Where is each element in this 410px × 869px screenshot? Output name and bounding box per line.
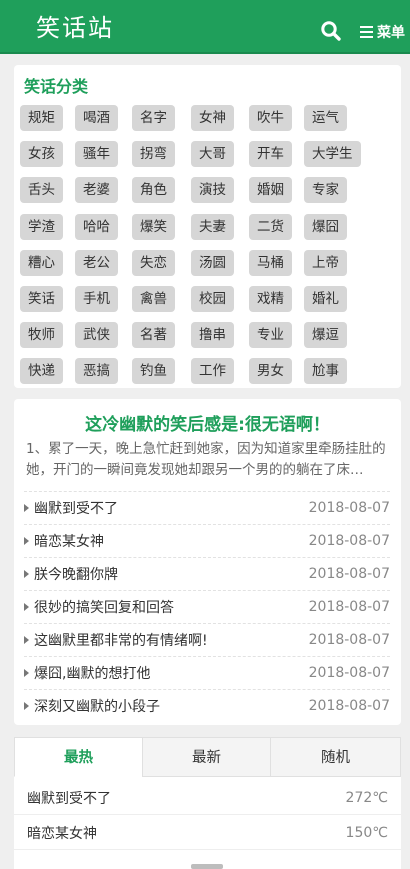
list-item[interactable]: 这幽默里都非常的有情绪啊! 2018-08-07 — [24, 623, 390, 656]
category-tag[interactable]: 失恋 — [132, 249, 175, 276]
category-tag[interactable]: 学渣 — [20, 213, 63, 240]
list-item-title[interactable]: 很妙的搞笑回复和回答 — [34, 597, 309, 617]
search-button[interactable] — [320, 20, 342, 42]
category-tag[interactable]: 钓鱼 — [132, 358, 175, 385]
ranking-row[interactable]: 暗恋某女神 150℃ — [14, 816, 401, 850]
category-tag[interactable]: 快递 — [20, 358, 63, 385]
menu-button[interactable]: 菜单 — [360, 22, 405, 42]
ranking-heat: 150℃ — [345, 824, 388, 841]
caret-right-icon — [24, 570, 29, 578]
category-tag[interactable]: 舌头 — [20, 177, 63, 204]
ranking-heat: 272℃ — [345, 789, 388, 806]
list-item-date: 2018-08-07 — [308, 533, 390, 549]
category-tag[interactable]: 名字 — [132, 105, 175, 131]
category-tag[interactable]: 规矩 — [20, 105, 63, 131]
category-tag[interactable]: 笑话 — [20, 286, 63, 312]
category-tag[interactable]: 专业 — [249, 322, 292, 349]
list-item[interactable]: 深刻又幽默的小段子 2018-08-07 — [24, 689, 390, 722]
tab-random[interactable]: 随机 — [270, 737, 401, 777]
category-tag[interactable]: 拐弯 — [132, 141, 175, 168]
caret-right-icon — [24, 702, 29, 710]
featured-panel: 这冷幽默的笑后感是:很无语啊！ 1、累了一天，晚上急忙赶到她家，因为知道家里牵肠… — [14, 399, 401, 725]
category-tag[interactable]: 二货 — [249, 213, 292, 240]
category-tag[interactable]: 爆笑 — [132, 213, 175, 240]
category-tag[interactable]: 运气 — [304, 105, 347, 131]
category-tag[interactable]: 武侠 — [75, 322, 118, 349]
list-item[interactable]: 朕今晚翻你牌 2018-08-07 — [24, 557, 390, 590]
ranking-title[interactable]: 暗恋某女神 — [27, 823, 346, 843]
list-item-date: 2018-08-07 — [308, 500, 390, 516]
category-title: 笑话分类 — [24, 77, 89, 96]
category-tag[interactable]: 恶搞 — [75, 358, 118, 385]
list-item-date: 2018-08-07 — [308, 566, 390, 582]
category-tag[interactable]: 开车 — [249, 141, 292, 168]
caret-right-icon — [24, 669, 29, 677]
category-panel: 笑话分类 规矩 喝酒 名字 女神 吹牛 运气女孩 骚年 拐弯 大哥 开车 大学生舌头 老婆 角色 演技 婚姻… — [14, 65, 401, 388]
category-tag[interactable]: 女孩 — [20, 141, 63, 168]
category-tag[interactable]: 老婆 — [75, 177, 118, 204]
menu-label: 菜单 — [377, 25, 405, 41]
list-item-title[interactable]: 幽默到受不了 — [34, 498, 309, 518]
category-tag[interactable]: 角色 — [132, 177, 175, 204]
list-item-title[interactable]: 爆囧,幽默的想打他 — [34, 663, 309, 683]
category-tag[interactable]: 撸串 — [191, 322, 234, 349]
list-item[interactable]: 暗恋某女神 2018-08-07 — [24, 524, 390, 557]
list-item-date: 2018-08-07 — [308, 698, 390, 714]
category-tag[interactable]: 糟心 — [20, 249, 63, 276]
list-item-title[interactable]: 这幽默里都非常的有情绪啊! — [34, 630, 309, 650]
category-tag[interactable]: 校园 — [191, 286, 234, 312]
list-item-title[interactable]: 暗恋某女神 — [34, 531, 309, 551]
category-tag[interactable]: 婚姻 — [249, 177, 292, 204]
hamburger-icon — [360, 26, 373, 38]
category-tag[interactable]: 专家 — [304, 177, 347, 204]
tab-new[interactable]: 最新 — [142, 737, 271, 777]
category-tag[interactable]: 上帝 — [304, 249, 347, 276]
category-tag[interactable]: 手机 — [75, 286, 118, 312]
tab-hot[interactable]: 最热 — [14, 737, 143, 777]
category-tag[interactable]: 爆囧 — [304, 213, 347, 240]
category-tag[interactable]: 婚礼 — [304, 286, 347, 312]
scroll-indicator — [191, 864, 223, 869]
list-item[interactable]: 很妙的搞笑回复和回答 2018-08-07 — [24, 590, 390, 623]
category-tag[interactable]: 大哥 — [191, 141, 234, 168]
category-tag[interactable]: 演技 — [191, 177, 234, 204]
site-logo[interactable]: 笑话站 — [36, 14, 114, 42]
list-item-date: 2018-08-07 — [308, 632, 390, 648]
category-tag[interactable]: 吹牛 — [249, 105, 292, 131]
featured-title[interactable]: 这冷幽默的笑后感是:很无语啊！ — [14, 410, 401, 435]
category-tag[interactable]: 工作 — [191, 358, 234, 385]
category-tag[interactable]: 女神 — [191, 105, 234, 131]
list-item-date: 2018-08-07 — [308, 665, 390, 681]
category-tag[interactable]: 大学生 — [304, 141, 361, 168]
category-tag[interactable]: 喝酒 — [75, 105, 118, 131]
category-tag[interactable]: 爆逗 — [304, 322, 347, 349]
list-item-date: 2018-08-07 — [308, 599, 390, 615]
category-tag[interactable]: 马桶 — [249, 249, 292, 276]
category-tag[interactable]: 老公 — [75, 249, 118, 276]
category-tag[interactable]: 牧师 — [20, 322, 63, 349]
category-tag[interactable]: 名著 — [132, 322, 175, 349]
category-tag[interactable]: 哈哈 — [75, 213, 118, 240]
ranking-panel: 最热 最新 随机 幽默到受不了 272℃ 暗恋某女神 150℃ — [14, 737, 401, 869]
list-item[interactable]: 幽默到受不了 2018-08-07 — [24, 491, 390, 524]
category-tag[interactable]: 汤圆 — [191, 249, 234, 276]
search-icon — [321, 21, 341, 41]
category-tag[interactable]: 尬事 — [304, 358, 347, 385]
category-tag[interactable]: 男女 — [249, 358, 292, 385]
caret-right-icon — [24, 603, 29, 611]
category-tag[interactable]: 禽兽 — [132, 286, 175, 312]
list-item-title[interactable]: 朕今晚翻你牌 — [34, 564, 309, 584]
list-item-title[interactable]: 深刻又幽默的小段子 — [34, 696, 309, 716]
ranking-row[interactable]: 幽默到受不了 272℃ — [14, 781, 401, 815]
caret-right-icon — [24, 504, 29, 512]
featured-excerpt: 1、累了一天，晚上急忙赶到她家，因为知道家里牵肠挂肚的她，开门的一瞬间竟发现她却… — [26, 441, 386, 478]
top-header: 笑话站 菜单 — [0, 0, 410, 54]
category-tag[interactable]: 夫妻 — [191, 213, 234, 240]
category-tag[interactable]: 骚年 — [75, 141, 118, 168]
caret-right-icon — [24, 537, 29, 545]
caret-right-icon — [24, 636, 29, 644]
ranking-title[interactable]: 幽默到受不了 — [27, 788, 346, 808]
category-tag[interactable]: 戏精 — [249, 286, 292, 312]
list-item[interactable]: 爆囧,幽默的想打他 2018-08-07 — [24, 656, 390, 689]
